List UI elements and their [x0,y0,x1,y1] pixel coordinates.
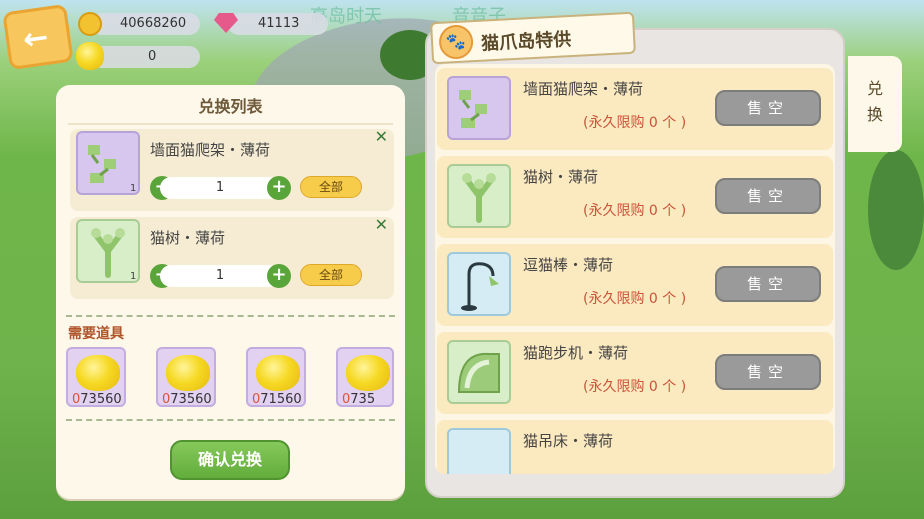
quantity-field[interactable]: 1 [160,177,280,199]
required-count: 0735 [342,392,376,407]
cat-tree-icon [91,228,125,278]
cat-tree-icon [462,173,496,223]
puff-icon [76,42,104,70]
required-count: 073560 [162,392,212,407]
close-icon[interactable]: ✕ [375,215,388,234]
owned-count: 1 [130,271,137,282]
shop-item-name: 逗猫棒・薄荷 [523,256,614,274]
required-item: 0735 [336,347,394,407]
required-item: 073560 [156,347,216,407]
purchase-limit: (永久限购 0 个 ) [583,203,687,219]
select-all-button[interactable]: 全部 [300,264,362,286]
shop-list[interactable]: 墙面猫爬架・薄荷 (永久限购 0 个 ) 售空 猫树・薄荷 (永久限购 0 个 … [435,64,835,474]
puff-icon [346,355,390,391]
wall-cat-climber-thumb [447,76,511,140]
gem-counter: 41113 [228,13,328,35]
cat-tree-thumb [447,164,511,228]
exchange-item-name: 墙面猫爬架・薄荷 [150,141,271,159]
confirm-exchange-button[interactable]: 确认兑换 [170,440,290,480]
need-count: 73560 [80,392,122,407]
quantity-field[interactable]: 1 [160,265,280,287]
shop-item-name: 猫跑步机・薄荷 [523,344,629,362]
exchange-item: 1 猫树・薄荷 ✕ − 1 + 全部 [70,215,394,299]
sold-out-button[interactable]: 售空 [715,354,821,390]
shop-panel: 墙面猫爬架・薄荷 (永久限购 0 个 ) 售空 猫树・薄荷 (永久限购 0 个 … [425,28,845,498]
cat-treadmill-icon [457,352,500,393]
sold-out-button[interactable]: 售空 [715,178,821,214]
tab-exchange-label: 兑换 [866,79,883,124]
required-count: 071560 [252,392,302,407]
cat-treadmill-thumb [447,340,511,404]
purchase-limit: (永久限购 0 个 ) [583,379,687,395]
exchange-list-title: 兑换列表 [198,97,263,116]
section-divider [66,315,395,317]
purchase-limit: (永久限购 0 个 ) [583,115,687,131]
puff-counter: 0 [90,46,200,68]
back-arrow-icon: ← [20,19,51,58]
puff-count: 0 [148,49,157,64]
coin-count: 40668260 [120,16,187,31]
need-count: 735 [350,392,376,407]
exchange-panel: 兑换列表 1 墙面猫爬架・薄荷 ✕ − 1 + 全部 1 猫树・薄荷 ✕ − 1… [56,85,405,499]
shop-item: 逗猫棒・薄荷 (永久限购 0 个 ) 售空 [437,244,833,326]
required-item: 071560 [246,347,306,407]
need-count: 71560 [260,392,302,407]
select-all-button[interactable]: 全部 [300,176,362,198]
exchange-item-name: 猫树・薄荷 [150,229,226,247]
cat-teaser-icon [461,262,499,311]
cat-hammock-thumb [447,428,511,474]
background-tree [868,150,924,270]
exchange-item: 1 墙面猫爬架・薄荷 ✕ − 1 + 全部 [70,127,394,211]
shop-item-name: 猫吊床・薄荷 [523,432,614,450]
sold-out-button[interactable]: 售空 [715,266,821,302]
cat-climber-icon [88,145,116,183]
need-count: 73560 [170,392,212,407]
tab-exchange[interactable]: 兑换 [848,56,902,152]
shop-item: 猫跑步机・薄荷 (永久限购 0 个 ) 售空 [437,332,833,414]
cat-climber-icon [459,90,487,128]
shop-item-name: 猫树・薄荷 [523,168,599,186]
gem-count: 41113 [258,16,300,31]
close-icon[interactable]: ✕ [375,127,388,146]
sold-out-button[interactable]: 售空 [715,90,821,126]
title-divider [68,123,393,125]
required-item: 073560 [66,347,126,407]
shop-title: 猫爪岛特供 [480,29,572,55]
coin-icon [78,12,102,36]
shop-item: 猫树・薄荷 (永久限购 0 个 ) 售空 [437,156,833,238]
puff-icon [166,355,210,391]
required-count: 073560 [72,392,122,407]
needs-title: 需要道具 [68,326,124,342]
back-button[interactable]: ← [2,3,74,71]
section-divider [66,419,395,421]
puff-icon [256,355,300,391]
shop-item: 猫吊床・薄荷 [437,420,833,474]
plus-icon[interactable]: + [267,176,291,200]
puff-icon [76,355,120,391]
paw-icon: 🐾 [438,24,474,60]
purchase-limit: (永久限购 0 个 ) [583,291,687,307]
shop-item: 墙面猫爬架・薄荷 (永久限购 0 个 ) 售空 [437,68,833,150]
cat-teaser-thumb [447,252,511,316]
shop-item-name: 墙面猫爬架・薄荷 [523,80,644,98]
coin-counter: 40668260 [90,13,200,35]
owned-count: 1 [130,183,137,194]
plus-icon[interactable]: + [267,264,291,288]
